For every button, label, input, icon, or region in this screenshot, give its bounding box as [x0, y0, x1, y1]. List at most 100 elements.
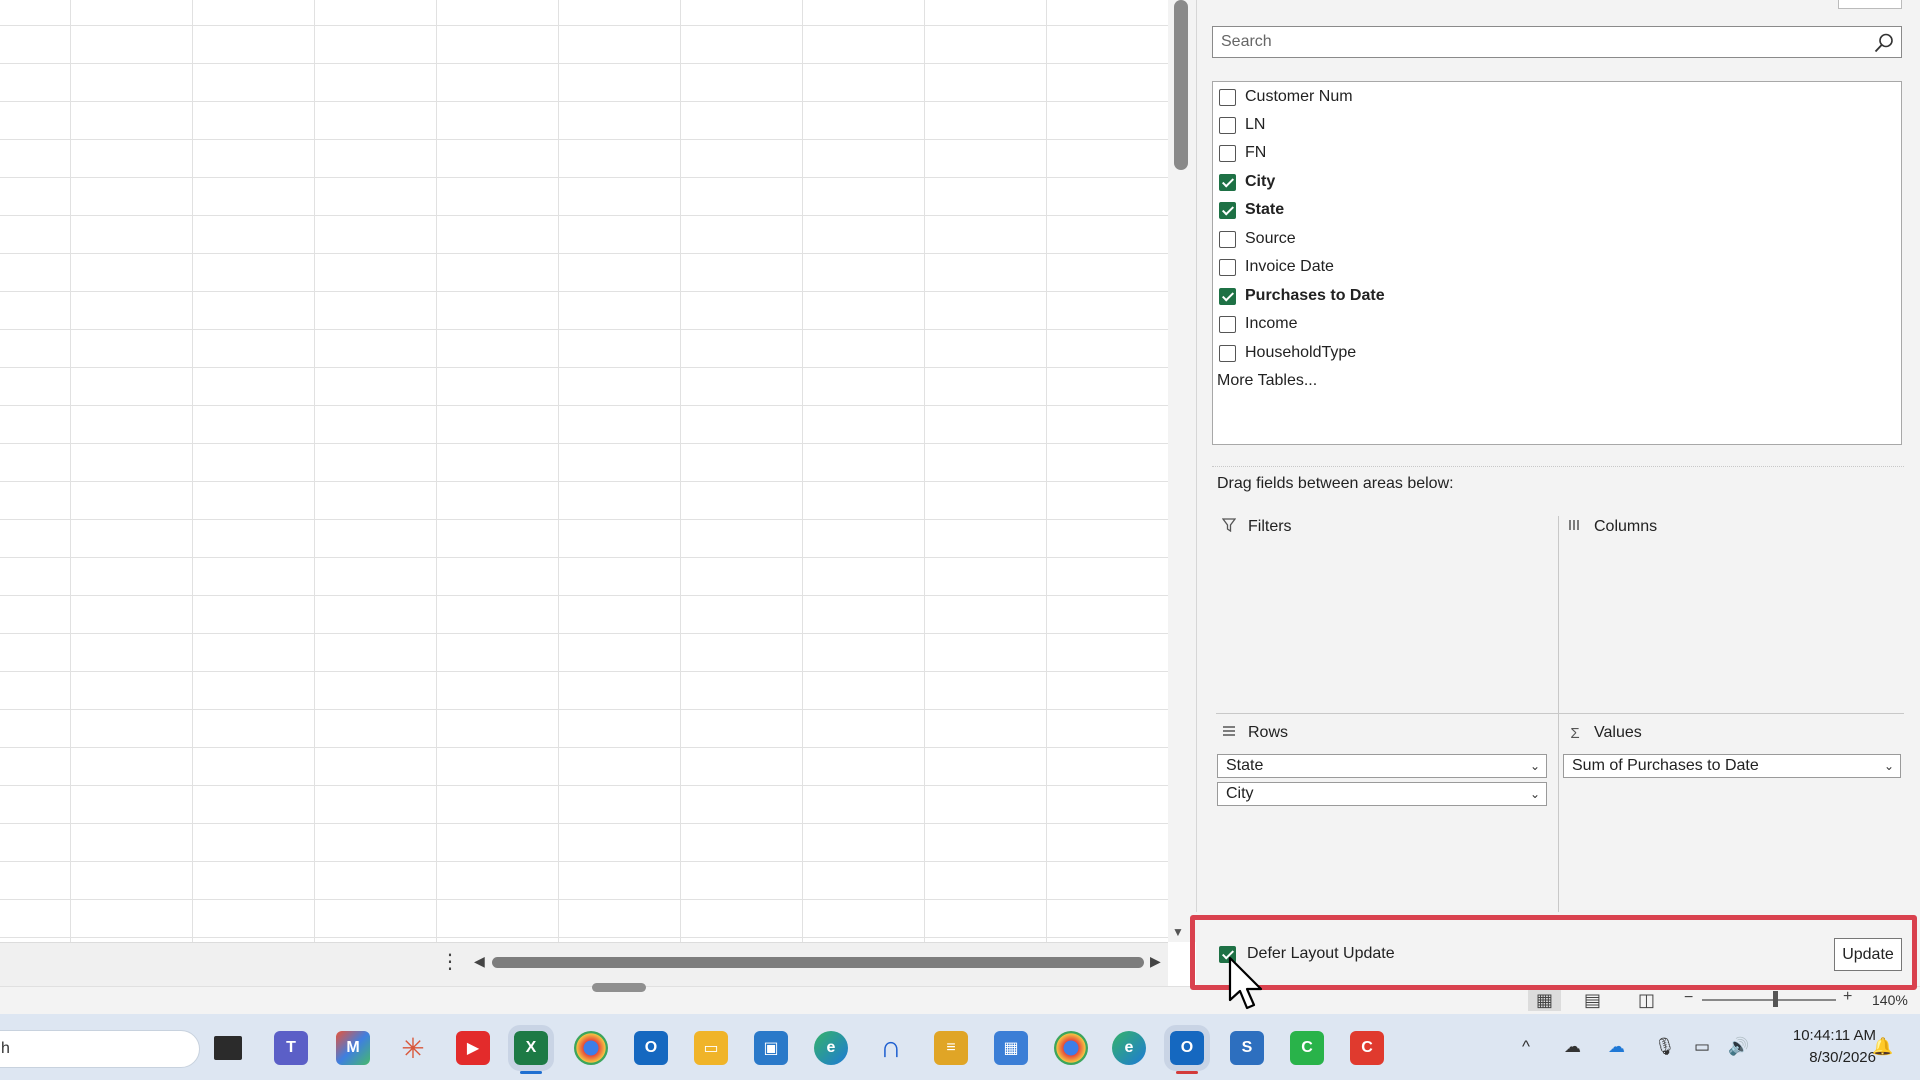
rows-icon: [1220, 724, 1238, 742]
field-customer-num[interactable]: Customer Num: [1219, 84, 1353, 110]
chrome-profile-icon[interactable]: [1054, 1031, 1088, 1065]
mouse-cursor-icon: [1228, 956, 1263, 1010]
tray-overflow-chevron-icon[interactable]: ^: [1522, 1037, 1530, 1057]
horizontal-scroll-thumb[interactable]: [492, 957, 1144, 968]
field-search-box[interactable]: [1212, 26, 1902, 58]
vertical-scroll-thumb[interactable]: [1174, 0, 1188, 170]
more-tables-link[interactable]: More Tables...: [1217, 372, 1317, 390]
app-window: ▼ ⋮ ◀ ▶ Customer Num LN FN City: [0, 0, 1920, 1080]
zoom-in-icon[interactable]: +: [1843, 988, 1852, 1006]
rows-item-state[interactable]: State ⌄: [1217, 754, 1547, 778]
network-icon[interactable]: ▭: [1694, 1037, 1710, 1057]
remote-desktop-icon[interactable]: ▣: [754, 1031, 788, 1065]
zoom-slider-thumb[interactable]: [1773, 991, 1778, 1007]
field-source[interactable]: Source: [1219, 226, 1296, 252]
zoom-out-icon[interactable]: −: [1684, 989, 1693, 1007]
values-item-sum-purchases[interactable]: Sum of Purchases to Date ⌄: [1563, 754, 1901, 778]
zoom-slider[interactable]: [1702, 999, 1836, 1001]
field-label: FN: [1245, 144, 1267, 161]
teams-icon[interactable]: T: [274, 1031, 308, 1065]
values-area-header: Σ Values: [1566, 724, 1641, 742]
outlook-icon[interactable]: O: [634, 1031, 668, 1065]
field-checkbox-checked[interactable]: [1219, 201, 1236, 219]
field-checkbox[interactable]: [1219, 116, 1236, 134]
columns-label: Columns: [1594, 518, 1658, 535]
field-checkbox[interactable]: [1219, 344, 1236, 362]
field-label: Invoice Date: [1245, 258, 1334, 275]
chevron-down-icon[interactable]: ⌄: [1530, 783, 1540, 805]
field-label: Source: [1245, 230, 1296, 247]
field-fn[interactable]: FN: [1219, 140, 1266, 166]
field-label: Income: [1245, 315, 1298, 332]
snagit-icon[interactable]: S: [1230, 1031, 1264, 1065]
cloud-icon[interactable]: ☁: [1564, 1037, 1581, 1057]
edge-icon[interactable]: e: [814, 1031, 848, 1065]
field-label: City: [1245, 173, 1276, 190]
spreadsheet-grid[interactable]: [0, 0, 1168, 942]
scroll-right-arrow-icon[interactable]: ▶: [1150, 953, 1161, 970]
volume-icon[interactable]: 🔊: [1728, 1037, 1749, 1057]
columns-area-header: Columns: [1566, 518, 1657, 536]
arc-icon[interactable]: ∩: [874, 1031, 908, 1065]
claude-icon[interactable]: ✳: [396, 1031, 430, 1065]
page-break-view-icon[interactable]: ◫: [1638, 990, 1655, 1011]
more-options-icon[interactable]: ⋮: [440, 952, 460, 972]
zoom-level[interactable]: 140%: [1872, 992, 1908, 1008]
edge-beta-icon[interactable]: e: [1112, 1031, 1146, 1065]
notification-icon[interactable]: 🔔: [1872, 1037, 1893, 1057]
field-checkbox-checked[interactable]: [1219, 287, 1236, 305]
file-explorer-icon[interactable]: ▭: [694, 1031, 728, 1065]
normal-view-icon[interactable]: ▦: [1528, 990, 1562, 1011]
rows-area-header: Rows: [1220, 724, 1288, 742]
calendar-app-icon[interactable]: ▦: [994, 1031, 1028, 1065]
rows-item-city[interactable]: City ⌄: [1217, 782, 1547, 806]
field-checkbox[interactable]: [1219, 230, 1236, 248]
onedrive-icon[interactable]: ☁: [1608, 1037, 1625, 1057]
field-checkbox[interactable]: [1219, 88, 1236, 106]
field-ln[interactable]: LN: [1219, 112, 1265, 138]
field-checkbox[interactable]: [1219, 144, 1236, 162]
scroll-left-arrow-icon[interactable]: ◀: [474, 953, 485, 970]
clock-time[interactable]: 10:44:11 AM: [1772, 1027, 1876, 1044]
camtasia-red-icon[interactable]: C: [1350, 1031, 1384, 1065]
field-list: Customer Num LN FN City State Source Inv…: [1212, 81, 1902, 445]
taskbar-search-box[interactable]: h: [0, 1030, 200, 1068]
outlook-new-icon[interactable]: O: [1164, 1025, 1210, 1071]
field-state[interactable]: State: [1219, 197, 1284, 223]
notes-app-icon[interactable]: ≡: [934, 1031, 968, 1065]
chrome-icon[interactable]: [574, 1031, 608, 1065]
highlight-box: [1190, 915, 1917, 990]
field-label: Customer Num: [1245, 88, 1353, 105]
field-householdtype[interactable]: HouseholdType: [1219, 340, 1356, 366]
field-invoice-date[interactable]: Invoice Date: [1219, 254, 1334, 280]
chevron-down-icon[interactable]: ⌄: [1530, 755, 1540, 777]
taskbar-search-text: h: [1, 1040, 10, 1057]
camtasia-green-icon[interactable]: C: [1290, 1031, 1324, 1065]
scroll-down-arrow-icon[interactable]: ▼: [1172, 925, 1184, 939]
split-handle[interactable]: [592, 983, 646, 992]
area-horizontal-divider: [1216, 713, 1904, 714]
field-label: State: [1245, 201, 1285, 218]
field-city[interactable]: City: [1219, 169, 1275, 195]
values-item-label: Sum of Purchases to Date: [1572, 757, 1759, 774]
field-checkbox-checked[interactable]: [1219, 173, 1236, 191]
chevron-down-icon[interactable]: ⌄: [1884, 755, 1894, 777]
clock-date[interactable]: 8/30/2026: [1772, 1049, 1876, 1066]
active-app-indicator: [520, 1071, 542, 1074]
field-checkbox[interactable]: [1219, 315, 1236, 333]
columns-icon: [1566, 518, 1584, 536]
search-icon[interactable]: [1873, 32, 1895, 54]
youtube-icon[interactable]: ▶: [456, 1031, 490, 1065]
pane-tools-button[interactable]: [1838, 0, 1902, 9]
microphone-icon[interactable]: 🎙: [1654, 1037, 1676, 1057]
excel-icon[interactable]: X: [508, 1025, 554, 1071]
microsoft-365-icon[interactable]: M: [336, 1031, 370, 1065]
pane-divider[interactable]: [1212, 466, 1904, 467]
rows-item-label: City: [1226, 785, 1254, 802]
field-search-input[interactable]: [1213, 27, 1853, 57]
field-checkbox[interactable]: [1219, 258, 1236, 276]
page-layout-view-icon[interactable]: ▤: [1584, 990, 1601, 1011]
field-income[interactable]: Income: [1219, 311, 1297, 337]
task-view-icon[interactable]: [214, 1036, 242, 1060]
field-purchases-to-date[interactable]: Purchases to Date: [1219, 283, 1385, 309]
